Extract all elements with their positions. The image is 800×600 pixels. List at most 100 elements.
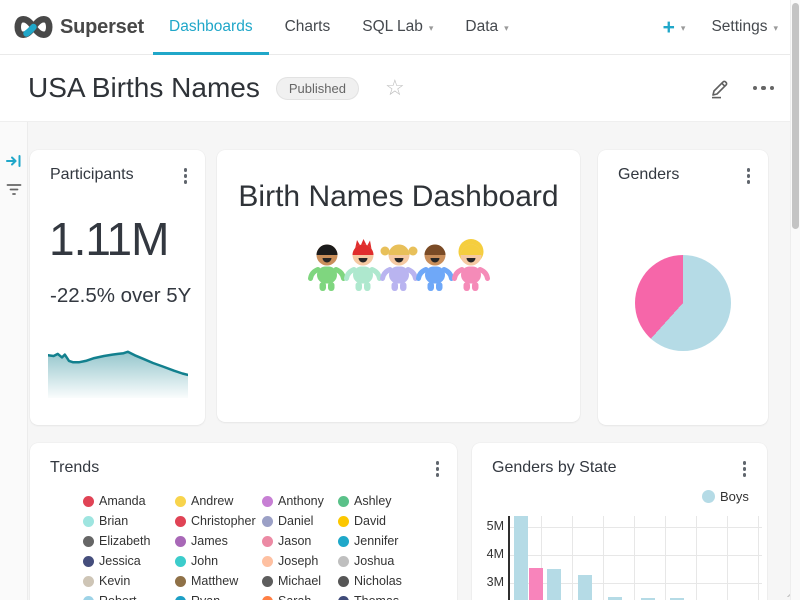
superset-dashboard-page: Superset Dashboards ChartsSQL Lab▾Data▾ +… <box>0 0 800 600</box>
big-number-subheader: -22.5% over 5Y <box>50 284 191 308</box>
legend-label: Michael <box>278 574 321 588</box>
bar-boys[interactable] <box>578 575 592 600</box>
legend-item-ryan[interactable]: Ryan <box>175 593 220 600</box>
legend-item-christopher[interactable]: Christopher <box>175 513 256 529</box>
published-badge[interactable]: Published <box>276 77 359 100</box>
gridline <box>727 516 728 600</box>
legend-label: John <box>191 554 218 568</box>
legend-item-anthony[interactable]: Anthony <box>262 493 324 509</box>
caret-down-icon: ▾ <box>773 23 778 34</box>
legend-item-thomas[interactable]: Thomas <box>338 593 399 600</box>
nav-item-label: Dashboards <box>169 18 253 36</box>
bar-girls[interactable] <box>529 568 543 600</box>
kebab-menu-icon[interactable] <box>739 459 751 479</box>
plus-icon: + <box>663 17 675 38</box>
favorite-star-icon[interactable]: ☆ <box>385 77 405 99</box>
legend-label: Christopher <box>191 514 256 528</box>
legend-label: Nicholas <box>354 574 402 588</box>
nav-item-charts[interactable]: Charts <box>269 0 347 54</box>
legend-item-jessica[interactable]: Jessica <box>83 553 141 569</box>
infinity-logo-icon <box>12 13 55 41</box>
gridline <box>508 527 762 528</box>
page-title: USA Births Names <box>28 72 260 104</box>
big-number-value: 1.11M <box>49 212 168 266</box>
card-title: Participants <box>50 166 134 184</box>
legend-dot <box>83 516 94 527</box>
page-scrollbar[interactable] <box>790 0 800 600</box>
legend-dot <box>175 496 186 507</box>
legend-dot <box>262 496 273 507</box>
legend-item-ashley[interactable]: Ashley <box>338 493 392 509</box>
legend-dot <box>338 596 349 600</box>
legend-item-james[interactable]: James <box>175 533 228 549</box>
legend-label: Kevin <box>99 574 130 588</box>
nav-item-data[interactable]: Data▾ <box>449 0 524 54</box>
main-nav: Dashboards ChartsSQL Lab▾Data▾ <box>153 0 525 54</box>
kid-figure <box>308 238 346 294</box>
expand-filter-bar-icon[interactable] <box>5 152 23 170</box>
legend-item-kevin[interactable]: Kevin <box>83 573 130 589</box>
legend-dot <box>262 596 273 600</box>
card-title: Genders <box>618 166 679 184</box>
legend-item-jennifer[interactable]: Jennifer <box>338 533 398 549</box>
edit-pencil-icon[interactable] <box>708 77 729 99</box>
legend-dot <box>262 536 273 547</box>
gridline <box>758 516 759 600</box>
settings-menu[interactable]: Settings ▾ <box>711 18 778 36</box>
filter-bar-collapsed <box>0 122 28 600</box>
bar-boys[interactable] <box>547 569 561 600</box>
legend-dot <box>338 536 349 547</box>
legend-item-joshua[interactable]: Joshua <box>338 553 394 569</box>
kebab-menu-icon[interactable] <box>743 166 755 186</box>
new-item-button[interactable]: + ▾ <box>663 17 686 38</box>
legend-item-michael[interactable]: Michael <box>262 573 321 589</box>
kebab-menu-icon[interactable] <box>432 459 444 479</box>
filter-funnel-icon[interactable] <box>5 180 23 198</box>
gridline <box>665 516 666 600</box>
legend-item-david[interactable]: David <box>338 513 386 529</box>
nav-item-sql-lab[interactable]: SQL Lab▾ <box>346 0 449 54</box>
legend-label: Anthony <box>278 494 324 508</box>
kid-figure <box>380 238 418 294</box>
legend-label: Ashley <box>354 494 392 508</box>
legend-dot <box>175 516 186 527</box>
legend-item-brian[interactable]: Brian <box>83 513 128 529</box>
bar-boys[interactable] <box>514 516 528 600</box>
participants-trendline-chart <box>48 328 188 398</box>
genders-by-state-card: Genders by State Boys 5M4M3M <box>472 443 767 600</box>
legend-dot <box>83 596 94 600</box>
legend-label: Ryan <box>191 594 220 600</box>
legend-item-robert[interactable]: Robert <box>83 593 137 600</box>
legend-item-john[interactable]: John <box>175 553 218 569</box>
bar-chart-legend[interactable]: Boys <box>702 489 749 504</box>
scrollbar-thumb[interactable] <box>792 3 799 229</box>
kid-figure <box>344 238 382 294</box>
legend-label: Brian <box>99 514 128 528</box>
gridline <box>696 516 697 600</box>
caret-down-icon: ▾ <box>429 23 434 34</box>
trends-card: Trends AmandaAndrewAnthonyAshleyBrianChr… <box>30 443 457 600</box>
gridline <box>603 516 604 600</box>
legend-item-sarah[interactable]: Sarah <box>262 593 311 600</box>
legend-item-jason[interactable]: Jason <box>262 533 311 549</box>
legend-dot <box>702 490 715 503</box>
more-actions-ellipsis-icon[interactable] <box>753 82 775 95</box>
kebab-menu-icon[interactable] <box>180 166 192 186</box>
legend-item-daniel[interactable]: Daniel <box>262 513 313 529</box>
legend-item-andrew[interactable]: Andrew <box>175 493 233 509</box>
caret-down-icon: ▾ <box>681 23 686 34</box>
legend-item-nicholas[interactable]: Nicholas <box>338 573 402 589</box>
legend-item-amanda[interactable]: Amanda <box>83 493 146 509</box>
card-title: Genders by State <box>492 459 617 477</box>
legend-item-matthew[interactable]: Matthew <box>175 573 238 589</box>
legend-item-joseph[interactable]: Joseph <box>262 553 318 569</box>
nav-item-dashboards[interactable]: Dashboards <box>153 0 269 54</box>
superset-logo[interactable]: Superset <box>12 13 144 41</box>
legend-label: James <box>191 534 228 548</box>
dashboard-header: USA Births Names Published ☆ <box>0 55 800 122</box>
legend-item-elizabeth[interactable]: Elizabeth <box>83 533 150 549</box>
dashboard-headline: Birth Names Dashboard <box>217 180 580 214</box>
genders-pie-chart <box>635 255 731 351</box>
legend-label: Jessica <box>99 554 141 568</box>
legend-dot <box>338 576 349 587</box>
